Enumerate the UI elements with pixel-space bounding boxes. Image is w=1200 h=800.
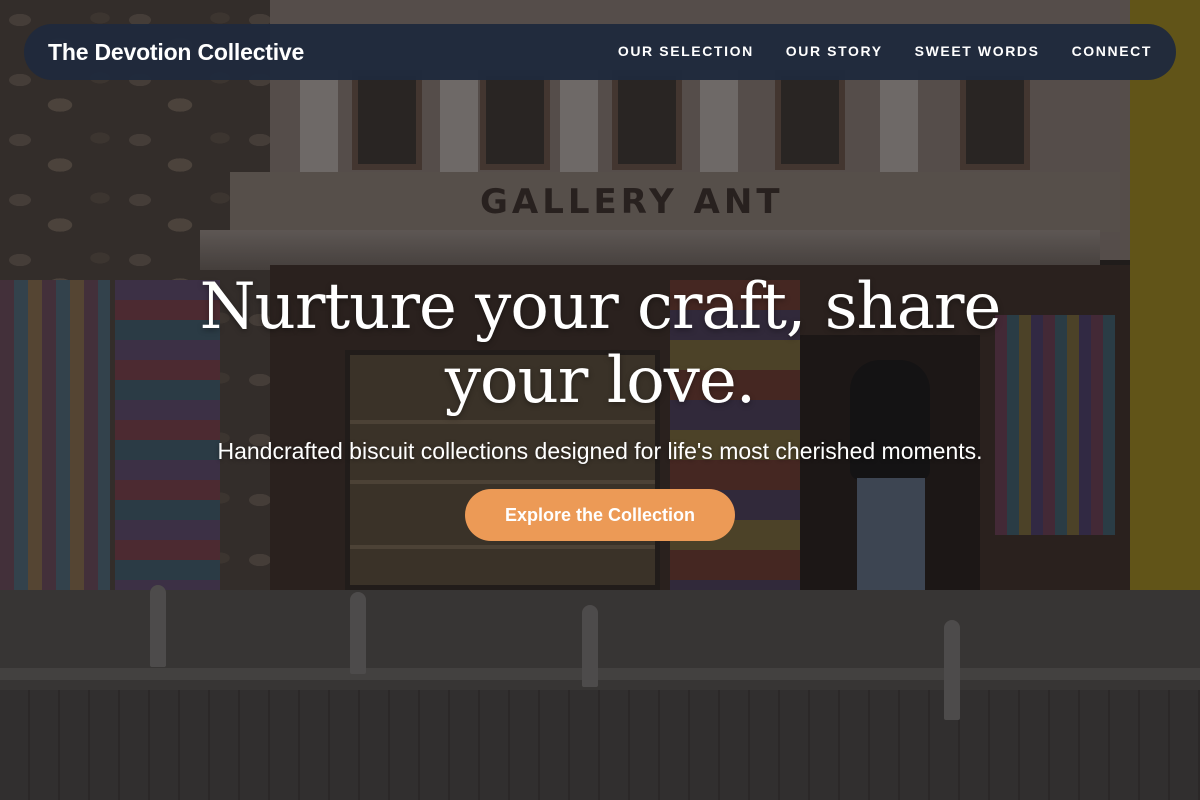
nav-link-our-selection[interactable]: OUR SELECTION [618,43,754,59]
nav-links: OUR SELECTION OUR STORY SWEET WORDS CONN… [618,43,1152,61]
nav-link-sweet-words[interactable]: SWEET WORDS [915,43,1040,59]
nav-link-our-story[interactable]: OUR STORY [786,43,883,59]
hero-subtitle: Handcrafted biscuit collections designed… [217,438,983,464]
hero-section: Nurture your craft, share your love. Han… [0,270,1200,541]
top-navbar: The Devotion Collective OUR SELECTION OU… [24,24,1176,80]
nav-link-connect[interactable]: CONNECT [1072,43,1152,59]
explore-collection-button[interactable]: Explore the Collection [465,489,735,541]
hero-title: Nurture your craft, share your love. [199,270,1002,418]
brand-logo-text[interactable]: The Devotion Collective [48,39,304,66]
